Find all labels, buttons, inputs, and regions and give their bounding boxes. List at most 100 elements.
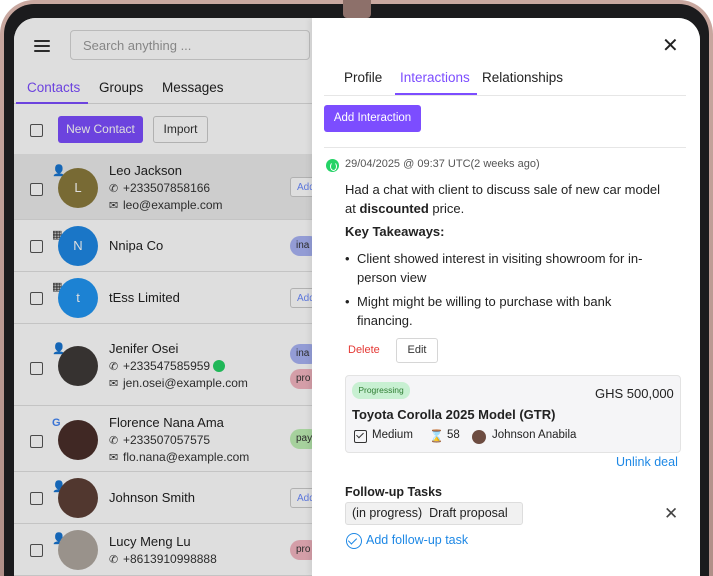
- contacts-tabs: Contacts Groups Messages: [14, 74, 312, 104]
- row-checkbox[interactable]: [30, 544, 43, 557]
- phone-icon: ✆: [109, 435, 119, 447]
- mail-icon: ✉: [109, 200, 119, 212]
- row-checkbox[interactable]: [30, 292, 43, 305]
- edit-button[interactable]: Edit: [396, 338, 438, 363]
- contact-phone: ✆ +8613910998888: [109, 552, 217, 566]
- detail-tabs: Profile Interactions Relationships: [324, 66, 686, 96]
- contact-phone: ✆ +233547585959: [109, 359, 226, 373]
- avatar: [58, 478, 98, 518]
- avatar: [58, 346, 98, 386]
- contact-row-lucy-meng-lu[interactable]: 👤 Lucy Meng Lu ✆ +8613910998888 pro: [14, 524, 320, 576]
- active-tab-indicator: [395, 93, 477, 95]
- summary-text: price.: [428, 201, 465, 216]
- unlink-deal-link[interactable]: Unlink deal: [616, 455, 678, 469]
- add-interaction-button[interactable]: Add Interaction: [324, 105, 421, 132]
- summary-bold-text: discounted: [359, 201, 429, 216]
- avatar: L: [58, 168, 98, 208]
- remove-task-icon[interactable]: ✕: [664, 504, 678, 524]
- phone-icon: ✆: [109, 554, 119, 566]
- row-checkbox[interactable]: [30, 492, 43, 505]
- contacts-panel: Search anything ... Contacts Groups Mess…: [14, 18, 320, 576]
- row-checkbox[interactable]: [30, 240, 43, 253]
- whatsapp-icon: [213, 360, 226, 372]
- task-status: (in progress): [352, 506, 423, 520]
- tab-messages[interactable]: Messages: [162, 80, 224, 95]
- contact-phone: ✆ +233507057575: [109, 433, 210, 447]
- contact-name: Lucy Meng Lu: [109, 534, 191, 549]
- takeaways-title: Key Takeaways:: [345, 224, 445, 239]
- owner-avatar: [472, 430, 486, 444]
- takeaway-line: Client showed interest in visiting showr…: [357, 251, 643, 266]
- avatar: [58, 420, 98, 460]
- add-task-icon[interactable]: [346, 533, 362, 549]
- takeaway-line: financing.: [357, 313, 413, 328]
- tab-profile[interactable]: Profile: [344, 70, 382, 85]
- tab-interactions[interactable]: Interactions: [400, 70, 470, 85]
- email-text: leo@example.com: [123, 198, 223, 212]
- whatsapp-icon: [326, 159, 339, 172]
- divider: [324, 147, 686, 148]
- phone-icon: ✆: [109, 361, 119, 373]
- search-input[interactable]: Search anything ...: [70, 30, 310, 60]
- mail-icon: ✉: [109, 452, 119, 464]
- phone-text: +233507057575: [123, 433, 211, 447]
- tab-relationships[interactable]: Relationships: [482, 70, 563, 85]
- row-checkbox[interactable]: [30, 435, 43, 448]
- phone-text: +8613910998888: [123, 552, 217, 566]
- contact-email: ✉ leo@example.com: [109, 198, 223, 212]
- mail-icon: ✉: [109, 378, 119, 390]
- deal-owner: Johnson Anabila: [492, 429, 577, 441]
- contact-row-florence-nana-ama[interactable]: G Florence Nana Ama ✆ +233507057575 ✉ flo.…: [14, 406, 320, 472]
- new-contact-button[interactable]: New Contact: [58, 116, 143, 143]
- contact-row-johnson-smith[interactable]: 👤 Johnson Smith Add: [14, 472, 320, 524]
- interaction-summary-line1: Had a chat with client to discuss sale o…: [345, 182, 661, 197]
- phone-icon: ✆: [109, 183, 119, 195]
- delete-button[interactable]: Delete: [348, 344, 380, 356]
- contact-email: ✉ jen.osei@example.com: [109, 376, 248, 390]
- summary-text: at: [345, 201, 360, 216]
- contact-row-tess-limited[interactable]: ▦ t tEss Limited Add: [14, 272, 320, 324]
- tab-groups[interactable]: Groups: [99, 80, 143, 95]
- takeaway-line: person view: [357, 270, 427, 285]
- select-all-checkbox[interactable]: [30, 124, 43, 137]
- close-icon[interactable]: ✕: [662, 36, 679, 56]
- interaction-summary-line2: at discounted price.: [345, 199, 464, 218]
- app-screen: Search anything ... Contacts Groups Mess…: [14, 18, 700, 576]
- contacts-toolbar: New Contact Import: [14, 110, 312, 150]
- hamburger-menu-icon[interactable]: [34, 40, 50, 52]
- status-badge: Progressing: [352, 382, 410, 399]
- contact-name: Florence Nana Ama: [109, 415, 224, 430]
- phone-text: +233507858166: [123, 181, 211, 195]
- import-button[interactable]: Import: [153, 116, 208, 143]
- checkbox-icon: [354, 430, 367, 443]
- contact-row-jenifer-osei[interactable]: 👤 Jenifer Osei ✆ +233547585959 ✉ jen.osei@…: [14, 324, 320, 406]
- active-tab-indicator: [16, 102, 88, 104]
- device-hinge: [343, 0, 371, 18]
- email-text: flo.nana@example.com: [123, 450, 250, 464]
- deal-score: 58: [447, 429, 460, 441]
- follow-up-task-chip[interactable]: (in progress) Draft proposal: [345, 502, 523, 525]
- takeaway-line: Might might be willing to purchase with …: [357, 294, 612, 309]
- deal-priority: Medium: [372, 429, 413, 441]
- contact-row-nnipa-co[interactable]: ▦ N Nnipa Co ina: [14, 220, 320, 272]
- tab-contacts[interactable]: Contacts: [27, 80, 80, 95]
- top-bar: Search anything ...: [14, 18, 312, 72]
- contact-email: ✉ flo.nana@example.com: [109, 450, 249, 464]
- add-follow-up-link[interactable]: Add follow-up task: [366, 533, 468, 547]
- contact-name: Johnson Smith: [109, 490, 195, 505]
- takeaway-item: Client showed interest in visiting showr…: [345, 249, 643, 287]
- row-checkbox[interactable]: [30, 183, 43, 196]
- email-text: jen.osei@example.com: [123, 376, 248, 390]
- row-checkbox[interactable]: [30, 362, 43, 375]
- contact-detail-drawer: ✕ Profile Interactions Relationships Add…: [312, 18, 700, 576]
- contact-name: Nnipa Co: [109, 238, 164, 253]
- deal-card[interactable]: Progressing GHS 500,000 Toyota Corolla 2…: [345, 375, 681, 453]
- contact-name: Jenifer Osei: [109, 341, 179, 356]
- deal-price: GHS 500,000: [595, 386, 674, 401]
- contact-row-leo-jackson[interactable]: 👤 L Leo Jackson ✆ +233507858166 ✉ leo@exam…: [14, 154, 320, 220]
- task-label: Draft proposal: [429, 506, 508, 520]
- interaction-timestamp: 29/04/2025 @ 09:37 UTC(2 weeks ago): [345, 158, 540, 170]
- hourglass-icon: ⌛: [429, 429, 444, 443]
- avatar: t: [58, 278, 98, 318]
- avatar: [58, 530, 98, 570]
